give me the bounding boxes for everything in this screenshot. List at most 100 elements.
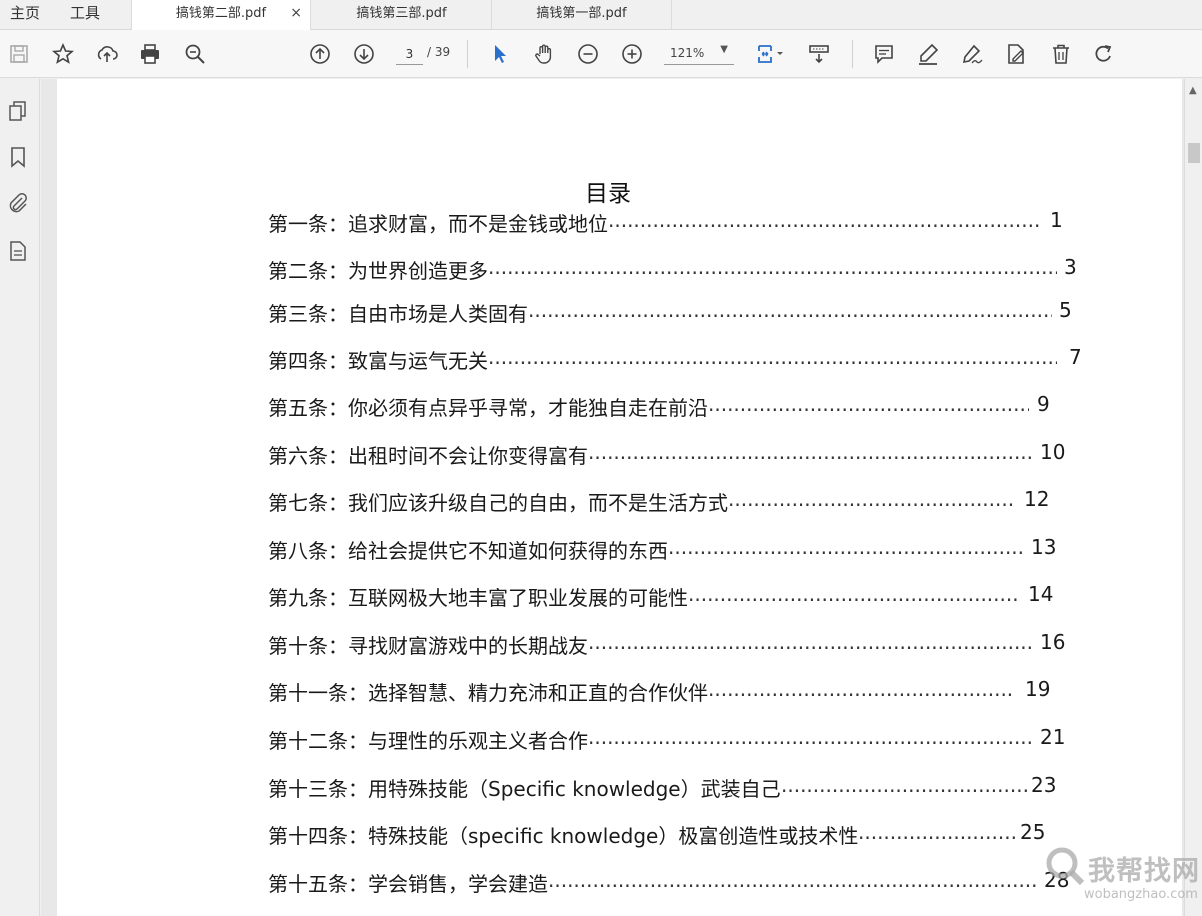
toc-entry[interactable]: 第九条：互联网极大地丰富了职业发展的可能性...................… <box>268 582 1148 610</box>
toc-leader-dots: ........................................… <box>858 820 1017 844</box>
watermark-url: wobangzhao.com <box>1084 887 1198 902</box>
toc-leader-dots: ........................................… <box>668 535 1022 559</box>
toc-entry-title: 第十一条：选择智慧、精力充沛和正直的合作伙伴 <box>268 681 708 705</box>
doc-tab-active[interactable]: 搞钱第二部.pdf × <box>131 0 311 31</box>
pdf-page: 目录 第一条：追求财富，而不是金钱或地位....................… <box>57 79 1182 916</box>
toc-page-number: 9 <box>1037 392 1050 416</box>
doc-tab[interactable]: 搞钱第三部.pdf <box>312 0 492 30</box>
zoom-out-icon[interactable] <box>574 40 602 68</box>
upload-icon[interactable] <box>93 40 121 68</box>
page-down-icon[interactable] <box>350 40 378 68</box>
toc-entry-title: 第四条：致富与运气无关 <box>268 349 488 373</box>
highlight-icon[interactable] <box>914 40 942 68</box>
toc-entry[interactable]: 第三条：自由市场是人类固有...........................… <box>268 298 1148 326</box>
tab-close-icon[interactable]: × <box>290 0 302 27</box>
star-icon[interactable] <box>49 40 77 68</box>
toc-leader-dots: ........................................… <box>608 208 1042 232</box>
comment-icon[interactable] <box>870 40 898 68</box>
toc-page-number: 12 <box>1024 487 1050 511</box>
zoom-select[interactable]: 121% ▼ <box>664 43 734 65</box>
toc-entry[interactable]: 第七条：我们应该升级自己的自由，而不是生活方式.................… <box>268 487 1148 515</box>
sign-icon[interactable] <box>958 40 986 68</box>
toc-entry-title: 第六条：出租时间不会让你变得富有 <box>268 444 588 468</box>
toc-leader-dots: ........................................… <box>708 392 1029 416</box>
watermark-text: 我帮找网 <box>1088 856 1200 887</box>
toc-entry-title: 第十三条：用特殊技能（Specific knowledge）武装自己 <box>268 777 781 801</box>
toc-entry[interactable]: 第十四条：特殊技能（specific knowledge）极富创造性或技术性..… <box>268 820 1148 848</box>
page-number-input[interactable] <box>396 43 423 65</box>
doc-tab-label: 搞钱第一部.pdf <box>536 6 627 21</box>
page-thumbnails-icon[interactable] <box>6 99 30 123</box>
toc-leader-dots: ........................................… <box>728 487 1014 511</box>
toc-page-number: 16 <box>1040 630 1066 654</box>
print-icon[interactable] <box>136 40 164 68</box>
toc-entry-title: 第十五条：学会销售，学会建造 <box>268 872 548 896</box>
toc-page-number: 3 <box>1064 255 1077 279</box>
watermark: 我帮找网 wobangzhao.com <box>1040 843 1200 911</box>
scroll-up-icon[interactable]: ▲ <box>1189 85 1197 96</box>
magnifier-icon <box>1046 847 1085 886</box>
toolbar-divider <box>467 40 468 68</box>
toc-entry[interactable]: 第一条：追求财富，而不是金钱或地位.......................… <box>268 208 1148 236</box>
toc-leader-dots: ........................................… <box>548 868 1036 892</box>
rotate-icon[interactable] <box>1090 40 1118 68</box>
toc-leader-dots: ........................................… <box>708 677 1012 701</box>
toc-entry-title: 第一条：追求财富，而不是金钱或地位 <box>268 212 608 236</box>
toc-entry-title: 第七条：我们应该升级自己的自由，而不是生活方式 <box>268 491 728 515</box>
save-icon[interactable] <box>5 40 33 68</box>
toc-entry-title: 第十四条：特殊技能（specific knowledge）极富创造性或技术性 <box>268 824 859 848</box>
zoom-in-icon[interactable] <box>618 40 646 68</box>
zoom-value: 121% <box>670 46 705 60</box>
page-total: / 39 <box>427 45 451 59</box>
doc-tab[interactable]: 搞钱第一部.pdf <box>492 0 672 30</box>
bookmark-icon[interactable] <box>6 145 30 169</box>
attachment-icon[interactable] <box>6 191 30 215</box>
toc-page-number: 19 <box>1025 677 1051 701</box>
toc-page-number: 5 <box>1059 298 1072 322</box>
toc-entry[interactable]: 第十五条：学会销售，学会建造..........................… <box>268 868 1148 896</box>
toc-entry[interactable]: 第十三条：用特殊技能（Specific knowledge）武装自己......… <box>268 773 1148 801</box>
toc-entry-title: 第九条：互联网极大地丰富了职业发展的可能性 <box>268 586 688 610</box>
tab-bar: 主页 工具 搞钱第二部.pdf × 搞钱第三部.pdf 搞钱第一部.pdf <box>0 0 1202 31</box>
toc-page-number: 23 <box>1031 773 1057 797</box>
toc-leader-dots: ........................................… <box>488 255 1057 279</box>
toc-entry-title: 第五条：你必须有点异乎寻常，才能独自走在前沿 <box>268 396 708 420</box>
page-up-icon[interactable] <box>306 40 334 68</box>
toc-page-number: 10 <box>1040 440 1066 464</box>
toc-entry[interactable]: 第五条：你必须有点异乎寻常，才能独自走在前沿..................… <box>268 392 1148 420</box>
scrollbar-thumb[interactable] <box>1188 143 1200 163</box>
doc-tab-label: 搞钱第二部.pdf <box>175 6 267 21</box>
toc-entry[interactable]: 第六条：出租时间不会让你变得富有........................… <box>268 440 1148 468</box>
toc-page-number: 21 <box>1040 725 1066 749</box>
toc-leader-dots: ........................................… <box>781 773 1030 797</box>
toc-title: 目录 <box>585 181 631 207</box>
left-navigation-rail <box>0 79 40 916</box>
toc-leader-dots: ........................................… <box>528 298 1052 322</box>
toc-entry[interactable]: 第十条：寻找财富游戏中的长期战友........................… <box>268 630 1148 658</box>
document-viewport[interactable]: 目录 第一条：追求财富，而不是金钱或地位....................… <box>41 79 1184 916</box>
zoom-search-icon[interactable] <box>181 40 209 68</box>
scroll-mode-icon[interactable] <box>805 40 833 68</box>
toc-entry[interactable]: 第十一条：选择智慧、精力充沛和正直的合作伙伴..................… <box>268 677 1148 705</box>
tools-tab[interactable]: 工具 <box>70 0 100 29</box>
select-cursor-icon[interactable] <box>486 40 514 68</box>
document-properties-icon[interactable] <box>6 239 30 263</box>
toc-leader-dots: ........................................… <box>588 630 1032 654</box>
delete-icon[interactable] <box>1047 40 1075 68</box>
toc-entry[interactable]: 第四条：致富与运气无关.............................… <box>268 345 1148 373</box>
fit-page-icon[interactable] <box>752 40 788 68</box>
vertical-scrollbar[interactable]: ▲ <box>1184 79 1202 916</box>
toc-entry[interactable]: 第二条：为世界创造更多.............................… <box>268 255 1148 283</box>
home-tab[interactable]: 主页 <box>10 0 40 29</box>
toolbar-divider <box>852 40 853 68</box>
toc-entry-title: 第三条：自由市场是人类固有 <box>268 302 528 326</box>
edit-icon[interactable] <box>1002 40 1030 68</box>
toc-leader-dots: ........................................… <box>588 440 1032 464</box>
doc-tab-label: 搞钱第三部.pdf <box>356 6 447 21</box>
toc-entry[interactable]: 第十二条：与理性的乐观主义者合作........................… <box>268 725 1148 753</box>
toc-page-number: 25 <box>1020 820 1046 844</box>
toc-entry[interactable]: 第八条：给社会提供它不知道如何获得的东西....................… <box>268 535 1148 563</box>
hand-icon[interactable] <box>530 40 558 68</box>
toc-entry-title: 第十二条：与理性的乐观主义者合作 <box>268 729 588 753</box>
toc-page-number: 14 <box>1028 582 1054 606</box>
